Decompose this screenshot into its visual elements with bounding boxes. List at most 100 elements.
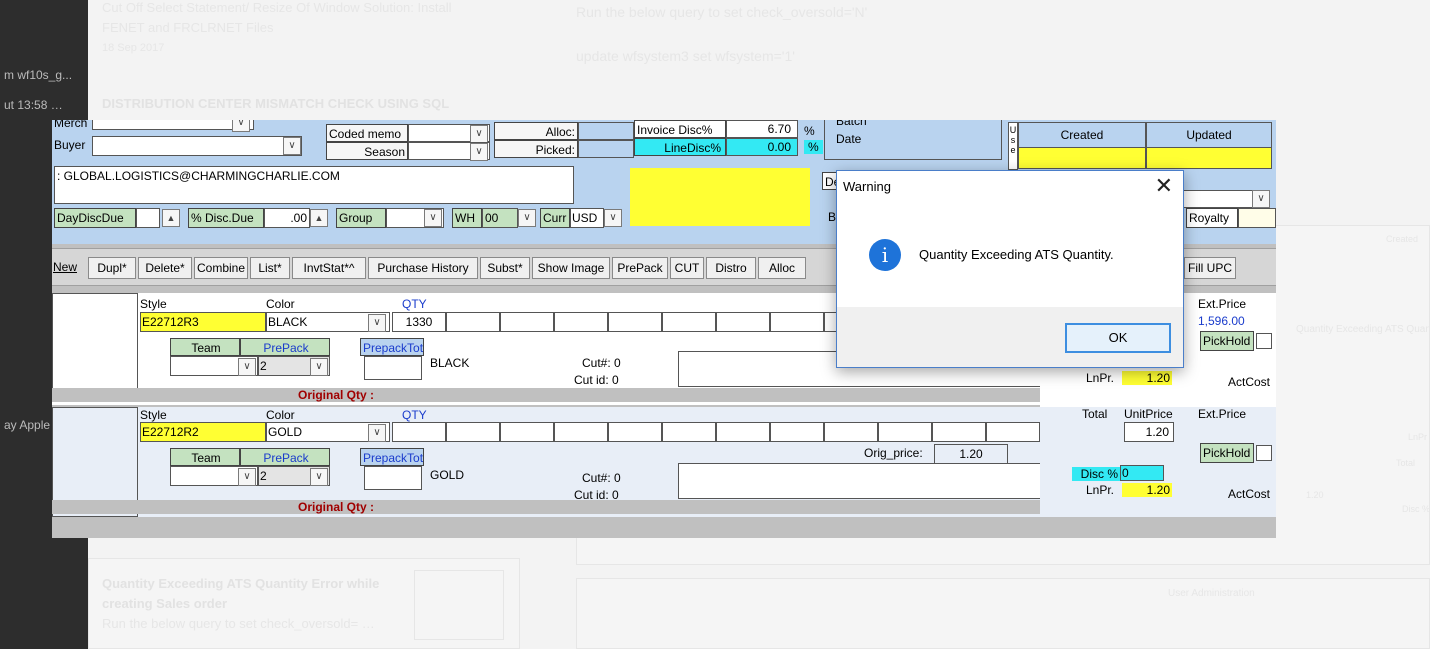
ok-button[interactable]: OK [1065,323,1171,353]
chevron-down-icon[interactable]: ∨ [310,468,328,486]
alloc-button[interactable]: Alloc [758,257,806,279]
email-box[interactable]: : GLOBAL.LOGISTICS@CHARMINGCHARLIE.COM [54,166,574,204]
lnpr-value: 1.20 [1122,371,1172,385]
actcost-label: ActCost [1228,375,1271,389]
chevron-down-icon[interactable]: ∨ [238,358,256,376]
style-input[interactable]: E22712R3 [140,312,266,332]
updated-value [1146,147,1272,169]
chevron-down-icon[interactable]: ∨ [368,314,386,332]
size-qty-cell[interactable] [500,422,554,442]
prepacktot-input[interactable] [364,466,422,490]
chevron-down-icon[interactable]: ∨ [424,209,442,227]
size-qty-cell[interactable] [500,312,554,332]
distro-button[interactable]: Distro [706,257,756,279]
dupl-button[interactable]: Dupl* [88,257,136,279]
article-title[interactable]: creating Sales order [102,596,227,611]
subst-button[interactable]: Subst* [480,257,530,279]
size-qty-cell[interactable] [932,422,986,442]
size-qty-cell[interactable] [554,422,608,442]
size-qty-cell[interactable] [878,422,932,442]
royalty-input[interactable] [1238,208,1276,228]
cut-button[interactable]: CUT [670,257,704,279]
article-screenshot [576,578,1430,649]
use-label: U s e [1008,122,1018,170]
size-qty-cell[interactable] [716,422,770,442]
article-title[interactable]: FENET and FRCLRNET Files [102,20,273,35]
disc-input[interactable]: 0 [1120,465,1164,481]
list-button[interactable]: List* [250,257,290,279]
merch-select[interactable] [92,120,254,130]
size-qty-cell[interactable] [662,312,716,332]
size-qty-cell[interactable] [554,312,608,332]
dialog-footer: OK [837,307,1183,367]
line-notes[interactable] [678,463,1042,499]
new-button[interactable]: New [52,257,82,279]
chevron-down-icon[interactable]: ∨ [310,358,328,376]
article-title[interactable]: Quantity Exceeding ATS Quantity Error wh… [102,576,379,591]
size-qty-cell[interactable] [446,422,500,442]
fill-upc-button[interactable]: Fill UPC [1184,257,1236,279]
alloc-label: Alloc: [494,122,578,140]
pct-disc-due-label: % Disc.Due [188,208,264,228]
size-qty-cell[interactable] [446,312,500,332]
invoice-disc-value[interactable]: 6.70 [726,120,798,138]
size-qty-cell[interactable] [770,422,824,442]
size-qty-cell[interactable] [662,422,716,442]
size-qty-cell[interactable] [716,312,770,332]
yellow-note-box [630,168,810,226]
article-title[interactable]: DISTRIBUTION CENTER MISMATCH CHECK USING… [102,96,449,111]
original-qty-label: Original Qty : [298,388,375,402]
article-title[interactable]: Cut Off Select Statement/ Resize Of Wind… [102,0,451,15]
chevron-down-icon[interactable]: ∨ [604,209,622,227]
line-disc-value[interactable]: 0.00 [726,138,798,156]
chevron-down-icon[interactable]: ∨ [1252,190,1270,208]
line-disc-label: LineDisc% [634,138,726,156]
purchase-history-button[interactable]: Purchase History [368,257,478,279]
curr-value[interactable]: USD [570,208,604,228]
size-qty-cell[interactable] [986,422,1040,442]
size-qty-cell[interactable] [770,312,824,332]
style-input[interactable]: E22712R2 [140,422,266,442]
pickhold-label: PickHold [1200,331,1254,351]
buyer-select[interactable] [92,136,302,156]
chevron-down-icon[interactable]: ∨ [470,125,488,143]
cut-id: Cut id: 0 [574,373,619,387]
chevron-down-icon[interactable]: ∨ [518,209,536,227]
invtstat-button[interactable]: InvtStat*^ [292,257,366,279]
style-label: Style [140,408,167,422]
size-qty-cell[interactable] [608,422,662,442]
orig-price-label: Orig_price: [864,446,923,460]
chevron-down-icon[interactable]: ∨ [232,120,250,132]
wh-value[interactable]: 00 [482,208,518,228]
prepack-button[interactable]: PrePack [612,257,668,279]
percent-label: % [804,124,815,138]
qty-cell[interactable] [392,422,446,442]
cut-number: Cut#: 0 [582,356,621,370]
pickhold-checkbox[interactable] [1256,445,1272,461]
chevron-down-icon[interactable]: ∨ [368,424,386,442]
ext-price-label: Ext.Price [1198,407,1247,421]
combine-button[interactable]: Combine [194,257,248,279]
delete-button[interactable]: Delete* [138,257,192,279]
article-snippet: Run the below query to set check_oversol… [102,616,375,631]
prepacktot-input[interactable] [364,356,422,380]
chevron-down-icon[interactable]: ∨ [238,468,256,486]
ext-price-value: 1,596.00 [1198,314,1245,328]
pickhold-checkbox[interactable] [1256,333,1272,349]
spinner-icon[interactable]: ▲ [310,209,328,227]
picked-label: Picked: [494,140,578,158]
color-label: Color [266,297,295,311]
size-qty-cell[interactable] [824,422,878,442]
chevron-down-icon[interactable]: ∨ [470,143,488,161]
qty-cell[interactable]: 1330 [392,312,446,332]
unit-price-input[interactable]: 1.20 [1124,422,1174,442]
spinner-icon[interactable]: ▲ [162,209,180,227]
show-image-button[interactable]: Show Image [532,257,610,279]
prepacktot-label: PrepackTot [360,338,424,356]
close-icon[interactable]: ✕ [1155,174,1173,198]
size-qty-cell[interactable] [608,312,662,332]
day-disc-due-input[interactable] [136,208,160,228]
disc-due-input[interactable]: .00 [264,208,310,228]
chevron-down-icon[interactable]: ∨ [283,137,301,155]
date-label: Date [836,132,862,146]
